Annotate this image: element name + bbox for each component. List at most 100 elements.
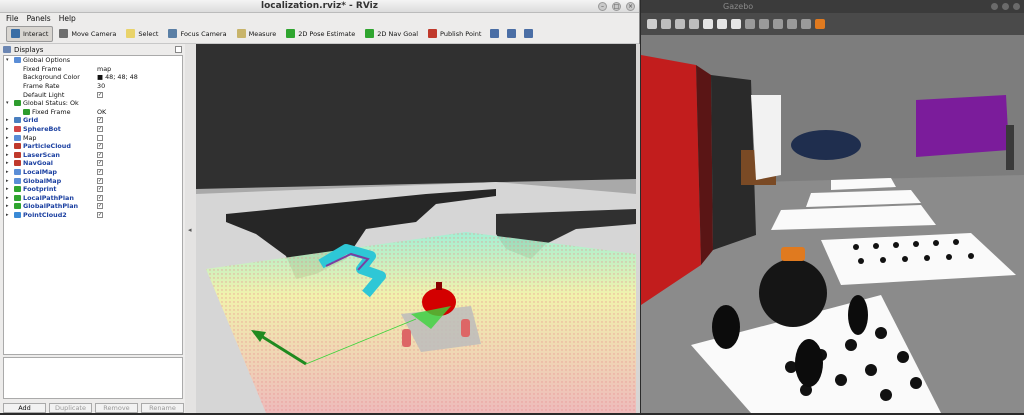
- display-label: Global Status: Ok: [23, 99, 79, 108]
- display-value[interactable]: OK: [97, 108, 106, 116]
- display-row[interactable]: Fixed Frame OK: [4, 108, 182, 117]
- display-checkbox[interactable]: ✓: [97, 151, 103, 158]
- display-label: PointCloud2: [23, 210, 67, 219]
- display-checkbox[interactable]: ✓: [97, 203, 103, 210]
- gz-minimize-icon[interactable]: [991, 3, 998, 10]
- add-button[interactable]: Add: [3, 403, 46, 413]
- display-checkbox[interactable]: ✓: [97, 117, 103, 124]
- display-row[interactable]: ▾ Global Options: [4, 56, 182, 65]
- view-eye-icon[interactable]: [524, 29, 534, 38]
- display-type-icon: [14, 126, 21, 133]
- display-row[interactable]: ▸ Grid ✓: [4, 116, 182, 125]
- gazebo-title: Gazebo: [723, 2, 754, 11]
- display-value[interactable]: 30: [97, 82, 105, 90]
- dir-light-icon[interactable]: [731, 19, 741, 29]
- display-row[interactable]: ▸ LocalPathPlan ✓: [4, 194, 182, 203]
- expand-arrow-icon[interactable]: ▸: [6, 203, 14, 209]
- display-row[interactable]: ▸ PointCloud2 ✓: [4, 211, 182, 220]
- panel-close-icon[interactable]: [175, 46, 182, 53]
- expand-arrow-icon[interactable]: ▸: [6, 143, 14, 149]
- close-icon[interactable]: ×: [626, 2, 635, 11]
- display-checkbox[interactable]: ✓: [97, 186, 103, 193]
- expand-arrow-icon[interactable]: ▸: [6, 195, 14, 201]
- box-icon[interactable]: [661, 19, 671, 29]
- expand-arrow-icon[interactable]: ▾: [6, 57, 14, 63]
- remove-button[interactable]: Remove: [95, 403, 138, 413]
- expand-arrow-icon[interactable]: ▸: [6, 117, 14, 123]
- maximize-icon[interactable]: □: [612, 2, 621, 11]
- tool-publish-point[interactable]: Publish Point: [424, 26, 485, 42]
- display-row[interactable]: ▾ Global Status: Ok: [4, 99, 182, 108]
- display-row[interactable]: Fixed Frame map: [4, 65, 182, 74]
- display-checkbox[interactable]: ✓: [97, 169, 103, 176]
- gz-maximize-icon[interactable]: [1002, 3, 1009, 10]
- menu-help[interactable]: Help: [59, 14, 76, 23]
- display-row[interactable]: ▸ Footprint ✓: [4, 185, 182, 194]
- display-row[interactable]: ▸ LocalMap ✓: [4, 168, 182, 177]
- display-value[interactable]: map: [97, 65, 111, 73]
- snap-icon[interactable]: [787, 19, 797, 29]
- paste-icon[interactable]: [759, 19, 769, 29]
- display-type-icon: [14, 117, 21, 124]
- cylinder-icon[interactable]: [689, 19, 699, 29]
- display-row[interactable]: ▸ LaserScan ✓: [4, 151, 182, 160]
- display-label: GlobalMap: [23, 176, 62, 185]
- menu-file[interactable]: File: [6, 14, 19, 23]
- display-row[interactable]: Background Color ■ 48; 48; 48: [4, 73, 182, 82]
- rviz-3d-view[interactable]: [196, 44, 636, 413]
- rename-button[interactable]: Rename: [141, 403, 184, 413]
- display-checkbox[interactable]: ✓: [97, 194, 103, 201]
- tool-interact[interactable]: Interact: [6, 25, 54, 42]
- gazebo-scene[interactable]: [641, 35, 1024, 413]
- expand-arrow-icon[interactable]: ▸: [6, 186, 14, 192]
- display-row[interactable]: Default Light ✓: [4, 90, 182, 99]
- expand-arrow-icon[interactable]: ▸: [6, 126, 14, 132]
- display-checkbox[interactable]: ✓: [97, 177, 103, 184]
- expand-arrow-icon[interactable]: ▸: [6, 160, 14, 166]
- display-checkbox[interactable]: ✓: [97, 126, 103, 133]
- tool-measure[interactable]: Measure: [233, 26, 281, 42]
- display-row[interactable]: Frame Rate 30: [4, 82, 182, 91]
- spot-light-icon[interactable]: [717, 19, 727, 29]
- display-row[interactable]: ▸ GlobalMap ✓: [4, 176, 182, 185]
- display-checkbox[interactable]: ✓: [97, 160, 103, 167]
- display-value[interactable]: ■ 48; 48; 48: [97, 73, 138, 81]
- expand-arrow-icon[interactable]: ▸: [6, 169, 14, 175]
- display-row[interactable]: ▸ SphereBot ✓: [4, 125, 182, 134]
- tool-move-camera[interactable]: Move Camera: [55, 26, 120, 42]
- display-row[interactable]: ▸ Map: [4, 133, 182, 142]
- duplicate-button[interactable]: Duplicate: [49, 403, 92, 413]
- display-checkbox[interactable]: ✓: [97, 143, 103, 150]
- expand-arrow-icon[interactable]: ▸: [6, 152, 14, 158]
- align-icon[interactable]: [773, 19, 783, 29]
- minimize-icon[interactable]: –: [598, 2, 607, 11]
- view-plus-icon[interactable]: [490, 29, 500, 38]
- pointer-icon[interactable]: [647, 19, 657, 29]
- expand-arrow-icon[interactable]: ▸: [6, 178, 14, 184]
- display-row[interactable]: ▸ GlobalPathPlan ✓: [4, 202, 182, 211]
- display-row[interactable]: ▸ ParticleCloud ✓: [4, 142, 182, 151]
- expand-arrow-icon[interactable]: ▸: [6, 135, 14, 141]
- displays-tree[interactable]: ▾ Global Options Fixed Frame map Background …: [3, 55, 183, 355]
- right-splitter[interactable]: [636, 44, 640, 413]
- display-checkbox[interactable]: ✓: [97, 211, 103, 218]
- tool-nav-goal[interactable]: 2D Nav Goal: [361, 26, 422, 42]
- copy-icon[interactable]: [745, 19, 755, 29]
- gz-close-icon[interactable]: [1013, 3, 1020, 10]
- tool-focus-camera[interactable]: Focus Camera: [164, 26, 230, 42]
- menu-panels[interactable]: Panels: [27, 14, 51, 23]
- sphere-icon[interactable]: [675, 19, 685, 29]
- tool-select[interactable]: Select: [122, 26, 162, 42]
- left-splitter[interactable]: ◂: [185, 44, 196, 413]
- display-checkbox[interactable]: ✓: [97, 91, 103, 98]
- magnet-icon[interactable]: [801, 19, 811, 29]
- displays-panel: Displays ▾ Global Options Fixed Frame map Ba…: [0, 44, 185, 413]
- expand-arrow-icon[interactable]: ▸: [6, 212, 14, 218]
- screenshot-icon[interactable]: [815, 19, 825, 29]
- display-checkbox[interactable]: [97, 134, 103, 141]
- sun-icon[interactable]: [703, 19, 713, 29]
- view-minus-icon[interactable]: [507, 29, 517, 38]
- display-row[interactable]: ▸ NavGoal ✓: [4, 159, 182, 168]
- expand-arrow-icon[interactable]: ▾: [6, 100, 14, 106]
- tool-pose-estimate[interactable]: 2D Pose Estimate: [282, 26, 359, 42]
